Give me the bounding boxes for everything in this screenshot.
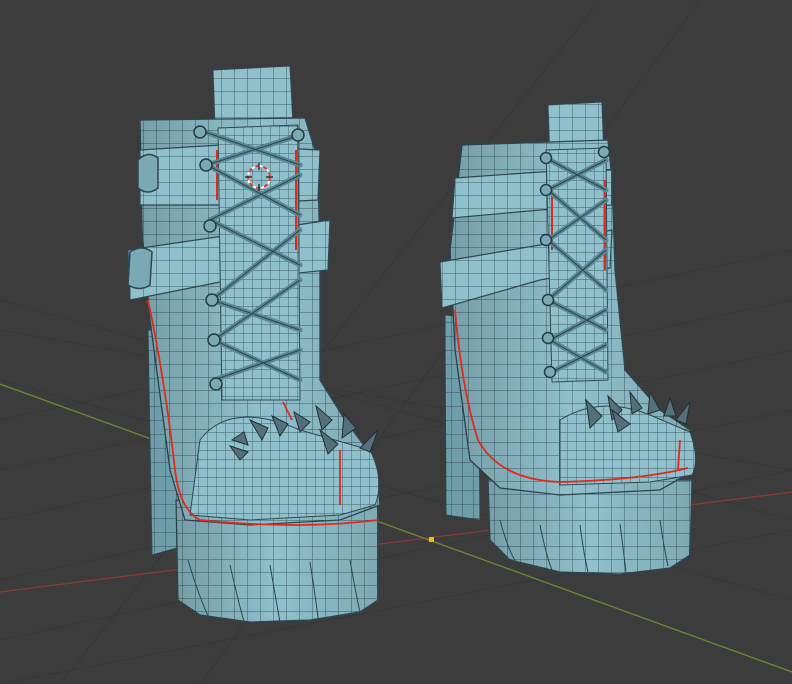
boot-left[interactable] (127, 65, 381, 623)
boot-left-buckle-mid (127, 247, 153, 290)
viewport-canvas[interactable] (0, 0, 792, 684)
grid-floor (0, 0, 792, 684)
world-origin (429, 537, 434, 542)
boot-right[interactable] (439, 101, 696, 575)
boot-left-buckle-top (137, 153, 159, 193)
boot-right-toe (559, 405, 696, 486)
3d-viewport[interactable] (0, 0, 792, 684)
